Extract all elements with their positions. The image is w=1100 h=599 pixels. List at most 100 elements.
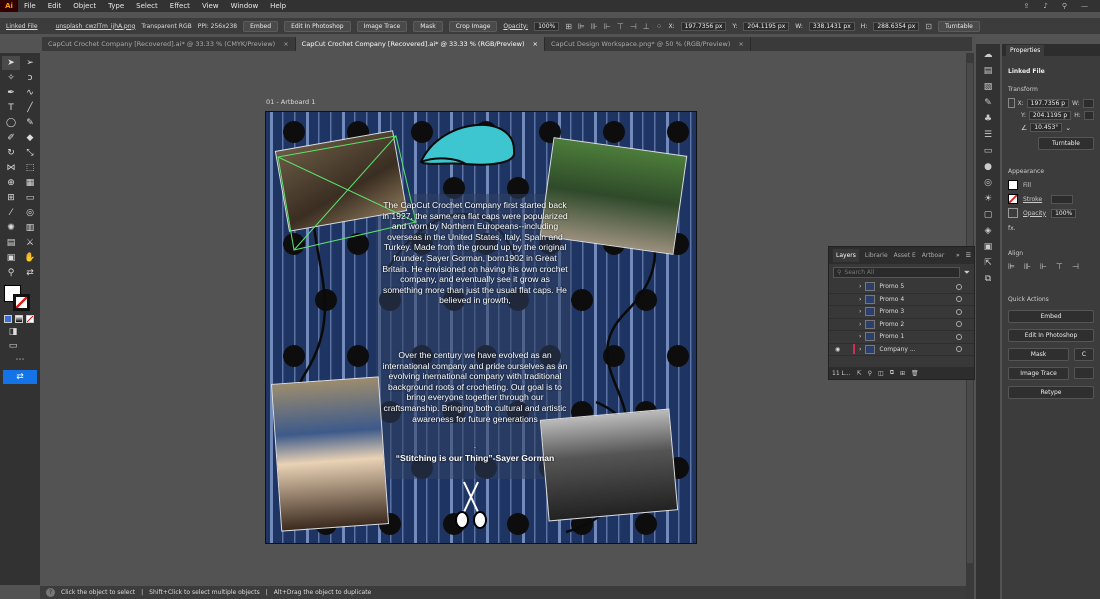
magic-wand-icon[interactable]: ✧ (2, 71, 20, 85)
perspective-grid-icon[interactable]: ▦ (21, 176, 39, 190)
ellipse-tool-icon[interactable]: ◯ (2, 116, 20, 130)
mission-paragraph[interactable]: Over the century we have evolved as an i… (378, 350, 572, 424)
gradient-mode-icon[interactable] (15, 315, 23, 323)
shape-builder-icon[interactable]: ⊕ (2, 176, 20, 190)
menu-object[interactable]: Object (67, 2, 102, 10)
y-field[interactable]: 204.1195 p (1028, 111, 1072, 120)
properties-tab[interactable]: Properties (1006, 44, 1045, 56)
chevron-right-icon[interactable]: › (859, 346, 861, 353)
chevron-right-icon[interactable]: › (859, 296, 861, 303)
color-icon[interactable]: ● (984, 162, 992, 172)
target-icon[interactable] (956, 283, 962, 290)
mask-button[interactable]: Mask (413, 20, 443, 32)
filename-link[interactable]: unsplash_cwzlTm_ijhA.png (56, 23, 136, 30)
eyedropper-icon[interactable]: ⁄ (2, 206, 20, 220)
x-field[interactable]: 197.7356 p (1026, 98, 1070, 108)
artboard-tool-icon[interactable]: ▣ (2, 251, 20, 265)
locate-object-icon[interactable]: ⚲ (868, 370, 872, 377)
tab-layers[interactable]: Layers (833, 249, 859, 262)
delete-icon[interactable]: 🗑 (911, 370, 919, 377)
opacity-field[interactable]: 100% (534, 21, 560, 31)
x-field[interactable]: 197.7356 px (680, 21, 727, 31)
y-field[interactable]: 204.1195 px (743, 21, 790, 31)
layer-name[interactable]: Promo 4 (879, 296, 904, 303)
selection-tool-icon[interactable]: ➤ (2, 56, 20, 70)
gradient-tool-icon[interactable]: ▭ (21, 191, 39, 205)
eraser-icon[interactable]: ◆ (21, 131, 39, 145)
target-icon[interactable] (956, 296, 962, 303)
align-right-icon[interactable]: ⊩ (1040, 262, 1047, 271)
w-field[interactable] (1082, 98, 1094, 108)
image-trace-button[interactable]: Image Trace (356, 20, 408, 32)
help-icon[interactable]: ? (46, 588, 55, 597)
chevron-right-icon[interactable]: › (859, 283, 861, 290)
chevron-down-icon[interactable]: ⌄ (1065, 124, 1071, 132)
new-layer-icon[interactable]: ⊞ (900, 370, 905, 377)
align-middle-icon[interactable]: ⊣ (1072, 262, 1079, 271)
h-field[interactable] (1083, 111, 1094, 120)
free-transform-icon[interactable]: ⬚ (21, 161, 39, 175)
panel-menu-icon[interactable]: ☰ (966, 252, 974, 259)
align-center-icon[interactable]: ⊪ (591, 22, 598, 31)
opacity-field[interactable]: 100% (1051, 208, 1077, 218)
transform-icon[interactable]: ⊡ (925, 22, 932, 31)
tab-rgb-doc[interactable]: CapCut Crochet Company [Recovered].ai* @… (295, 37, 545, 51)
close-icon[interactable]: × (533, 40, 538, 48)
align-bottom-icon[interactable]: ⊥ (643, 22, 650, 31)
tab-libraries[interactable]: Librarie (865, 252, 888, 259)
turntable-button[interactable]: Turntable (937, 20, 980, 32)
swap-colors-icon[interactable]: ⇄ (21, 266, 39, 280)
chevron-right-icon[interactable]: › (859, 308, 861, 315)
layer-name[interactable]: Company ... (879, 346, 915, 353)
image-icon[interactable]: ▧ (984, 82, 993, 92)
chevron-right-icon[interactable]: › (859, 333, 861, 340)
crop-image-button[interactable]: Crop Image (448, 20, 498, 32)
menu-view[interactable]: View (196, 2, 225, 10)
rotate-tool-icon[interactable]: ↻ (2, 146, 20, 160)
menu-help[interactable]: Help (264, 2, 292, 10)
type-tool-icon[interactable]: T (2, 101, 20, 115)
color-mode-icon[interactable] (4, 315, 12, 323)
boy-with-cap-photo[interactable] (539, 408, 679, 522)
graphic-styles-icon[interactable]: ▢ (984, 210, 993, 220)
minimize-icon[interactable]: — (1081, 2, 1088, 10)
gradient-icon[interactable]: ▭ (984, 146, 993, 156)
quote-text[interactable]: “Stitching is our Thing”-Sayer Gorman (378, 453, 572, 464)
image-trace-button[interactable]: Image Trace (1008, 367, 1069, 380)
document-icon[interactable]: ▤ (984, 66, 993, 76)
fill-stroke-swatches[interactable] (4, 285, 36, 311)
image-trace-options-button[interactable] (1074, 367, 1094, 379)
layer-row[interactable]: › Promo 4 (829, 294, 974, 306)
target-icon[interactable] (956, 308, 962, 315)
menu-effect[interactable]: Effect (164, 2, 196, 10)
h-field[interactable]: 288.6354 px (873, 21, 920, 31)
filter-icon[interactable]: ⏷ (964, 268, 970, 278)
column-graph-icon[interactable]: ▥ (21, 221, 39, 235)
align-top-icon[interactable]: ⊤ (1056, 262, 1063, 271)
menu-select[interactable]: Select (130, 2, 164, 10)
properties-shortcut-button[interactable]: ⇄ (3, 370, 37, 384)
fx-button[interactable]: fx. (1008, 225, 1094, 232)
menu-edit[interactable]: Edit (42, 2, 68, 10)
embed-button[interactable]: Embed (243, 20, 279, 32)
direct-selection-tool-icon[interactable]: ➢ (21, 56, 39, 70)
mesh-tool-icon[interactable]: ⊞ (2, 191, 20, 205)
bell-icon[interactable]: ♪ (1043, 2, 1047, 10)
lasso-icon[interactable]: ↄ (21, 71, 39, 85)
woman-with-cap-photo[interactable] (270, 376, 390, 532)
layer-row[interactable]: › Promo 2 (829, 319, 974, 331)
mask-button[interactable]: Mask (1008, 348, 1069, 361)
artboard[interactable]: The CapCut Crochet Company first started… (265, 111, 697, 544)
layer-name[interactable]: Promo 1 (879, 333, 904, 340)
reference-point-icon[interactable]: ⁘ (656, 22, 663, 31)
align-left-icon[interactable]: ⊫ (1008, 262, 1015, 271)
links-icon[interactable]: ⧉ (985, 274, 991, 284)
menu-window[interactable]: Window (225, 2, 265, 10)
linked-file-label[interactable]: Linked File (6, 23, 38, 30)
angle-field[interactable]: 10.453° (1030, 123, 1063, 132)
layer-row[interactable]: › Promo 3 (829, 306, 974, 319)
curvature-tool-icon[interactable]: ∿ (21, 86, 39, 100)
align-top-icon[interactable]: ⊤ (617, 22, 624, 31)
panel-overflow-icon[interactable]: » (956, 252, 960, 259)
target-icon[interactable] (956, 333, 962, 340)
